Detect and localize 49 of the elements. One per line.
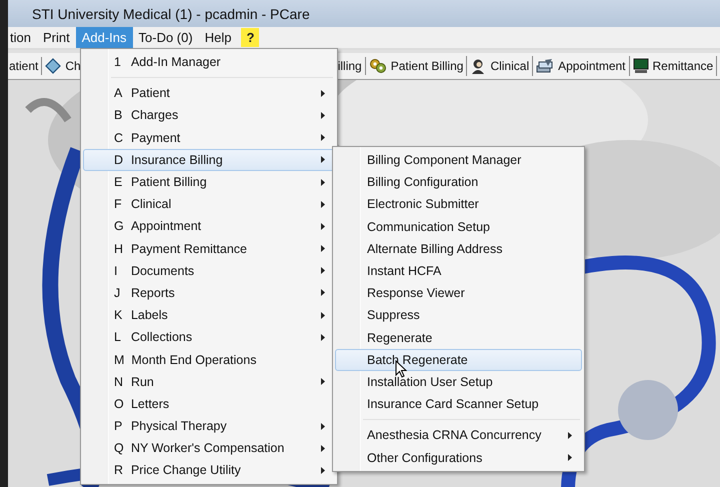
toolbar-button[interactable]: Clinical bbox=[467, 56, 534, 76]
menu-item[interactable]: Suppress bbox=[335, 304, 582, 326]
menu-item[interactable]: Batch Regenerate bbox=[335, 348, 582, 371]
window-title: STI University Medical (1) - pcadmin - PCare bbox=[32, 6, 310, 22]
menu-item[interactable]: 1 Add-In Manager bbox=[83, 51, 335, 74]
menu-item[interactable]: Alternate Billing Address bbox=[335, 238, 582, 260]
menu-item[interactable]: D Insurance Billing bbox=[83, 148, 335, 171]
menu-item[interactable]: Insurance Card Scanner Setup bbox=[335, 393, 582, 416]
menu-item[interactable]: M Month End Operations bbox=[83, 348, 335, 371]
toolbar-button[interactable]: atient bbox=[8, 57, 42, 75]
menu-item[interactable]: R Price Change Utility bbox=[83, 459, 335, 482]
menu-item[interactable]: Billing Configuration bbox=[335, 171, 582, 194]
menu-item[interactable]: Installation User Setup bbox=[335, 370, 582, 394]
toolbar-button[interactable]: Patient Billing bbox=[366, 56, 468, 76]
menu-item[interactable]: Billing Component Manager bbox=[335, 149, 582, 172]
menu-item[interactable]: Instant HCFA bbox=[335, 260, 582, 282]
help-button[interactable]: ? bbox=[241, 28, 260, 47]
menu-item[interactable]: O Letters bbox=[83, 392, 335, 415]
menu-item[interactable]: To-Do (0) bbox=[132, 27, 199, 48]
menu-item[interactable]: K Labels bbox=[83, 304, 335, 326]
menu-item[interactable]: Electronic Submitter bbox=[335, 193, 582, 216]
menu-item[interactable]: F Clinical bbox=[83, 193, 335, 216]
toolbar-button[interactable]: Appointment bbox=[533, 56, 630, 76]
menu-item[interactable]: Other Configurations bbox=[335, 446, 582, 469]
menu-item[interactable]: L Collections bbox=[83, 326, 335, 348]
menu-item[interactable]: Q NY Worker's Compensation bbox=[83, 437, 335, 460]
diamond-icon bbox=[45, 58, 62, 74]
toolbar-button[interactable]: Remittance bbox=[630, 56, 718, 76]
menu-item[interactable]: Print bbox=[36, 27, 76, 48]
menu-item[interactable]: P Physical Therapy bbox=[83, 415, 335, 438]
menu-item[interactable]: Communication Setup bbox=[335, 216, 582, 238]
menu-item[interactable]: A Patient bbox=[83, 82, 335, 104]
gears-icon bbox=[368, 58, 387, 74]
menu-item[interactable]: Response Viewer bbox=[335, 282, 582, 304]
menu-item[interactable]: N Run bbox=[83, 370, 335, 393]
menu-item[interactable]: tion bbox=[8, 27, 37, 48]
menu-item[interactable]: J Reports bbox=[83, 282, 335, 304]
menu-item[interactable]: H Payment Remittance bbox=[83, 238, 335, 260]
menu-item[interactable]: I Documents bbox=[83, 260, 335, 282]
person-icon bbox=[470, 58, 486, 74]
menu-item[interactable]: E Patient Billing bbox=[83, 170, 335, 194]
menu-item[interactable]: Anesthesia CRNA Concurrency bbox=[335, 424, 582, 446]
menu-item[interactable]: C Payment bbox=[83, 126, 335, 149]
menu-item[interactable]: Help bbox=[198, 27, 238, 48]
stack-icon bbox=[536, 58, 554, 74]
menu-item[interactable]: G Appointment bbox=[83, 215, 335, 238]
menu-item[interactable]: Regenerate bbox=[335, 326, 582, 349]
menu-item[interactable]: B Charges bbox=[83, 104, 335, 127]
monitor-icon bbox=[632, 58, 649, 74]
